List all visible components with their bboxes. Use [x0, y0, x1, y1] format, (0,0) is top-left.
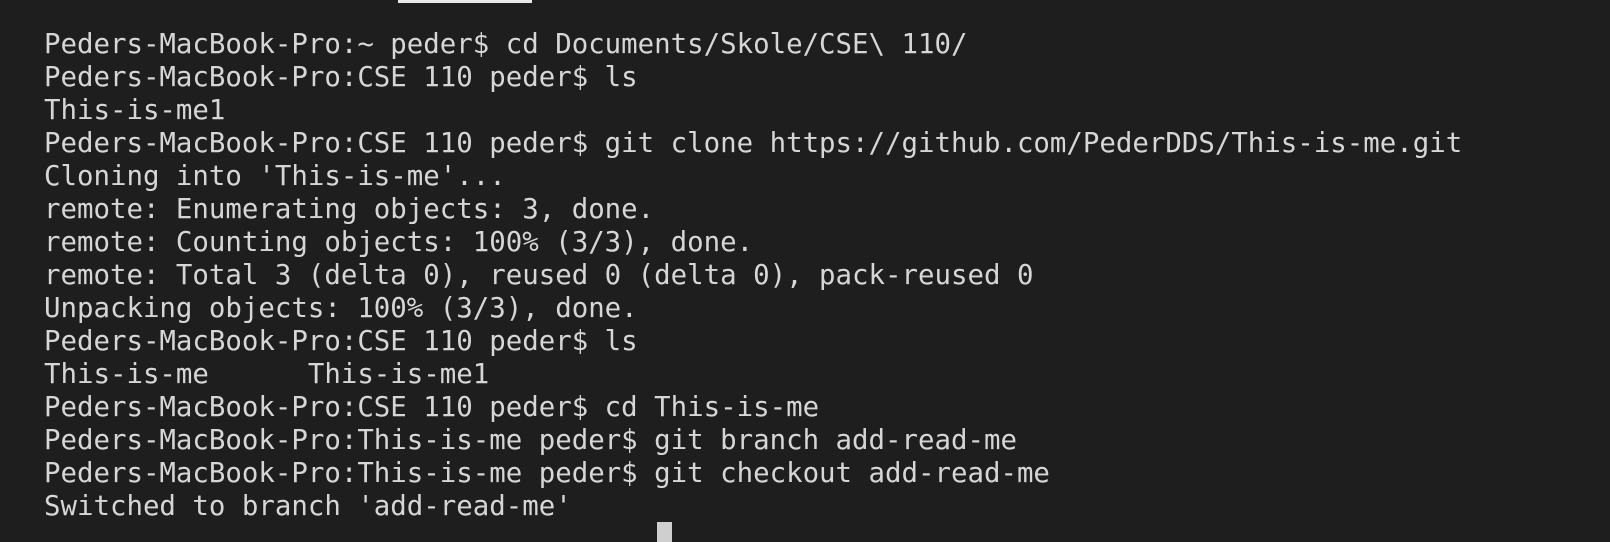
terminal-line: remote: Counting objects: 100% (3/3), do…	[44, 227, 754, 258]
terminal-line: remote: Total 3 (delta 0), reused 0 (del…	[44, 260, 1034, 291]
terminal-line: Switched to branch 'add-read-me'	[44, 491, 572, 522]
terminal-line: Peders-MacBook-Pro:CSE 110 peder$ git cl…	[44, 128, 1463, 159]
terminal-line: This-is-me1	[44, 95, 226, 126]
terminal-output[interactable]: Peders-MacBook-Pro:~ peder$ cd Documents…	[44, 28, 1462, 523]
terminal-line: Peders-MacBook-Pro:CSE 110 peder$ ls	[44, 326, 638, 357]
terminal-line: Peders-MacBook-Pro:This-is-me peder$ git…	[44, 425, 1017, 456]
terminal-line: Cloning into 'This-is-me'...	[44, 161, 506, 192]
terminal-line: Peders-MacBook-Pro:CSE 110 peder$ cd Thi…	[44, 392, 820, 423]
terminal-line: remote: Enumerating objects: 3, done.	[44, 194, 655, 225]
window-top-highlight	[398, 0, 532, 3]
terminal-line: Peders-MacBook-Pro:CSE 110 peder$ ls	[44, 62, 638, 93]
terminal-line: Peders-MacBook-Pro:~ peder$ cd Documents…	[44, 29, 968, 60]
terminal-cursor	[657, 522, 672, 542]
terminal-line: Unpacking objects: 100% (3/3), done.	[44, 293, 638, 324]
terminal-line: Peders-MacBook-Pro:This-is-me peder$ git…	[44, 458, 1050, 489]
terminal-line: This-is-me This-is-me1	[44, 359, 490, 390]
